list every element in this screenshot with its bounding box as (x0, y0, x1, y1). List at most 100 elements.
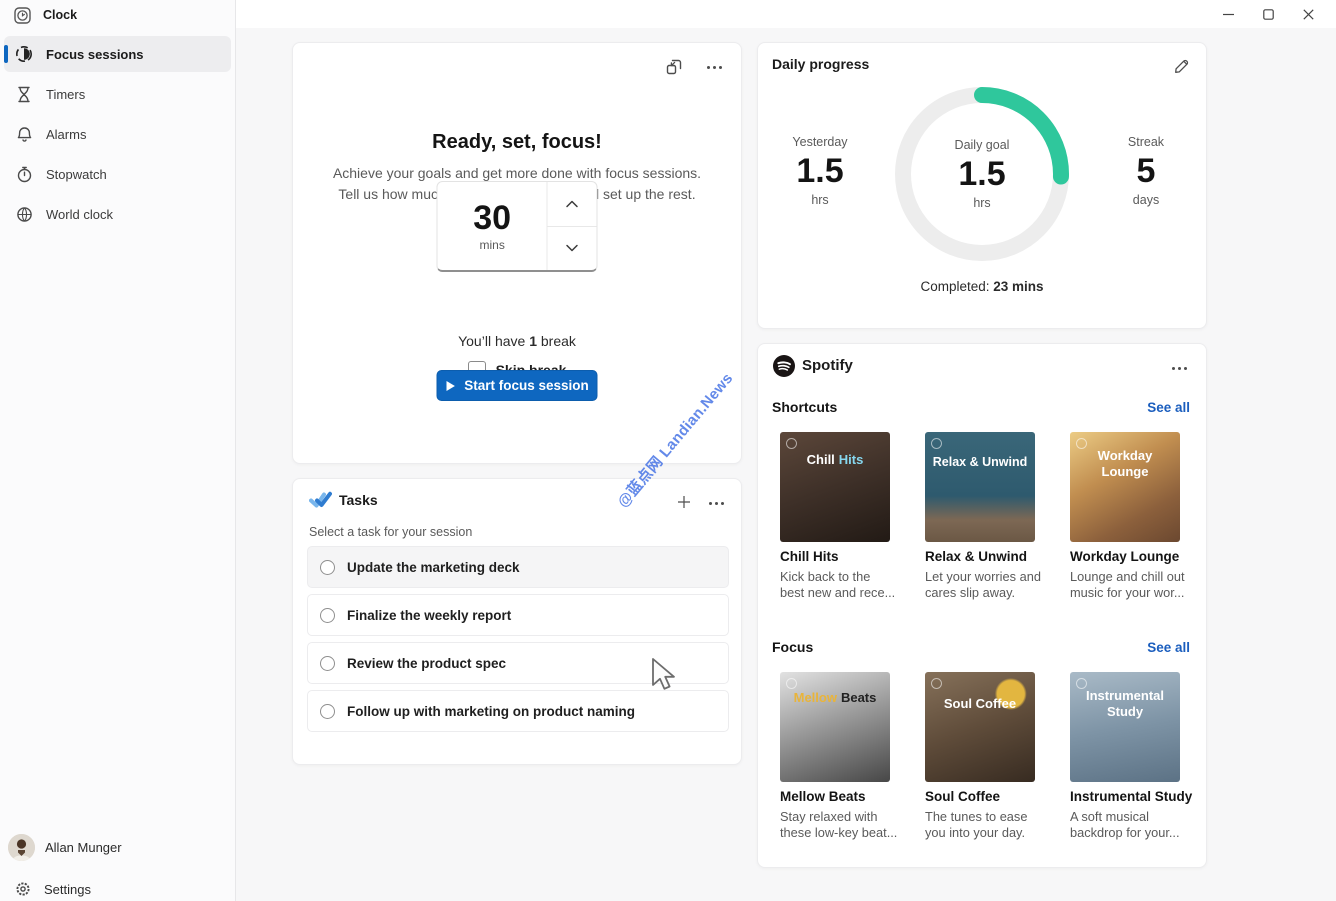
app-title: Clock (43, 8, 78, 22)
daily-goal-label: Daily goal (954, 138, 1010, 152)
sidebar-item-label: Alarms (46, 126, 87, 142)
focus-see-all-link[interactable]: See all (1147, 640, 1190, 655)
sidebar-item-alarms[interactable]: Alarms (4, 116, 231, 152)
selection-indicator (4, 45, 8, 63)
playlist-title: Relax & Unwind (925, 549, 1028, 564)
sidebar-item-label: Timers (46, 86, 86, 102)
sidebar-item-label: Focus sessions (46, 46, 144, 62)
desc-line: these low-key beat... (780, 825, 898, 840)
cover-segment: Chill (806, 452, 835, 467)
playlist-description: Kick back to the best new and rece... (780, 569, 922, 601)
add-task-button[interactable] (673, 491, 695, 513)
break-prefix: You’ll have (458, 333, 530, 349)
playlist-title: Soul Coffee (925, 789, 1001, 804)
sidebar-item-timers[interactable]: Timers (4, 76, 231, 112)
start-focus-session-button[interactable]: Start focus session (436, 370, 598, 401)
stopwatch-icon (14, 166, 34, 183)
maximize-button[interactable] (1248, 0, 1288, 28)
popout-mini-view-button[interactable] (663, 56, 685, 78)
tile-cover-text: Chill Hits (780, 452, 890, 468)
clock-app-icon (14, 6, 31, 24)
timers-icon (14, 86, 34, 103)
desc-line: Kick back to the (780, 569, 871, 584)
playlist-description: A soft musical backdrop for your... (1070, 809, 1212, 841)
shortcuts-section-label: Shortcuts (772, 399, 838, 415)
spotify-more-options-button[interactable] (1168, 357, 1190, 379)
playlist-tile-workday-lounge[interactable]: Workday Lounge (1070, 432, 1180, 542)
cover-segment: Relax & Unwind (932, 455, 1028, 469)
break-info-text: You’ll have 1 break (293, 333, 741, 349)
focus-section-label: Focus (772, 639, 814, 655)
mouse-cursor-icon (651, 657, 677, 693)
decrease-duration-button[interactable] (547, 225, 597, 271)
playlist-description: The tunes to ease you into your day. (925, 809, 1067, 841)
sidebar-item-settings[interactable]: Settings (0, 874, 91, 901)
completed-text: Completed: 23 mins (758, 279, 1206, 294)
minimize-button[interactable] (1208, 0, 1248, 28)
task-radio[interactable] (320, 607, 335, 623)
sidebar-item-focus-sessions[interactable]: Focus sessions (4, 36, 231, 72)
window-controls (1208, 0, 1328, 28)
duration-display[interactable]: 30 mins (438, 182, 547, 270)
task-label: Review the product spec (347, 655, 507, 671)
focus-card-title: Ready, set, focus! (432, 131, 602, 153)
desc-line: Lounge and chill out (1070, 569, 1185, 584)
completed-value: 23 mins (993, 279, 1044, 294)
cover-line: Study (1106, 704, 1144, 719)
spotify-mini-logo-icon (786, 678, 797, 689)
tile-cover-text: Mellow Beats (780, 690, 890, 706)
streak-stat: Streak 5 days (1086, 135, 1206, 207)
tasks-more-options-button[interactable] (705, 492, 727, 514)
tasks-card-title: Tasks (339, 492, 378, 508)
gear-icon (15, 881, 31, 897)
user-name: Allan Munger (45, 839, 122, 855)
close-button[interactable] (1288, 0, 1328, 28)
daily-progress-card: Daily progress Daily goal 1.5 hrs Yester… (757, 42, 1207, 329)
tasks-card-subtitle: Select a task for your session (309, 525, 473, 539)
desc-line: you into your day. (925, 825, 1026, 840)
streak-label: Streak (1127, 135, 1165, 149)
shortcuts-see-all-link[interactable]: See all (1147, 400, 1190, 415)
playlist-tile-relax-unwind[interactable]: Relax & Unwind (925, 432, 1035, 542)
task-row[interactable]: Finalize the weekly report (307, 594, 729, 636)
task-radio[interactable] (320, 703, 335, 719)
playlist-title: Mellow Beats (780, 789, 866, 804)
focus-sessions-icon (14, 45, 34, 63)
desc-line: cares slip away. (925, 585, 1016, 600)
yesterday-unit: hrs (811, 193, 829, 207)
edit-goal-button[interactable] (1170, 55, 1192, 77)
cover-segment: Mellow (793, 690, 837, 705)
playlist-title: Instrumental Study (1070, 789, 1193, 804)
desc-line: Stay relaxed with (780, 809, 878, 824)
sidebar-item-stopwatch[interactable]: Stopwatch (4, 156, 231, 192)
task-list: Update the marketing deck Finalize the w… (307, 546, 729, 738)
play-icon (446, 380, 455, 391)
more-options-button[interactable] (703, 56, 725, 78)
settings-label: Settings (44, 881, 91, 897)
playlist-tile-soul-coffee[interactable]: Soul Coffee (925, 672, 1035, 782)
spotify-mini-logo-icon (931, 438, 942, 449)
playlist-tile-mellow-beats[interactable]: Mellow Beats (780, 672, 890, 782)
task-radio[interactable] (320, 655, 335, 671)
task-label: Finalize the weekly report (347, 607, 512, 623)
duration-unit: mins (479, 238, 505, 252)
cover-segment: Hits (838, 452, 864, 467)
cover-line: Instrumental (1085, 688, 1164, 703)
pencil-icon (1174, 59, 1188, 73)
daily-goal-value: 1.5 (958, 155, 1006, 193)
desc-line: A soft musical (1070, 809, 1149, 824)
ellipsis-icon (708, 501, 724, 505)
sidebar-item-world-clock[interactable]: World clock (4, 196, 231, 232)
app-header: Clock (0, 2, 77, 28)
user-profile[interactable]: Allan Munger (0, 832, 122, 862)
playlist-tile-chill-hits[interactable]: Chill Hits (780, 432, 890, 542)
task-radio[interactable] (320, 559, 335, 575)
playlist-tile-instrumental-study[interactable]: Instrumental Study (1070, 672, 1180, 782)
start-button-label: Start focus session (464, 378, 589, 393)
spotify-mini-logo-icon (931, 678, 942, 689)
task-row[interactable]: Update the marketing deck (307, 546, 729, 588)
playlist-description: Lounge and chill out music for your wor.… (1070, 569, 1212, 601)
increase-duration-button[interactable] (548, 182, 597, 226)
task-row[interactable]: Follow up with marketing on product nami… (307, 690, 729, 732)
completed-label: Completed: (920, 279, 994, 294)
